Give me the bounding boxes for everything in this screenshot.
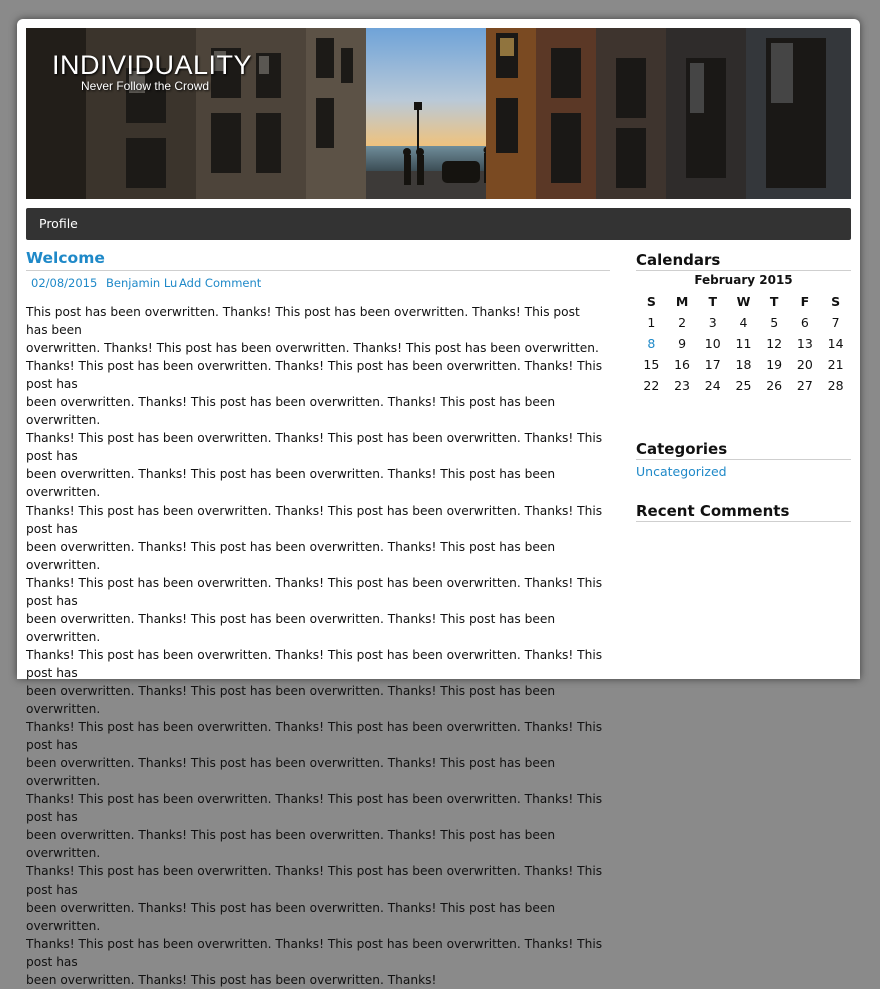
calendar-day: 11: [735, 336, 752, 351]
post-body-line: Thanks! This post has been overwritten. …: [26, 431, 603, 464]
calendar-day: 17: [704, 357, 721, 372]
calendars-widget-title: Calendars: [636, 251, 721, 269]
categories-widget-title: Categories: [636, 440, 728, 458]
calendar-day: 1: [647, 315, 656, 330]
post-body-line: been overwritten. Thanks! This post has …: [26, 756, 556, 789]
post-body-line: been overwritten. Thanks! This post has …: [26, 900, 556, 933]
calendar-day: 24: [704, 378, 721, 393]
calendar-day: 21: [827, 357, 844, 372]
calendar-day: 3: [708, 315, 717, 330]
post-body-line: Thanks! This post has been overwritten. …: [26, 503, 603, 536]
post-body-line: been overwritten. Thanks! This post has …: [26, 683, 556, 717]
calendar-day: 13: [796, 336, 813, 351]
calendar-day: 22: [643, 378, 660, 393]
calendar-weekday: S: [646, 294, 656, 309]
post-body-line: Thanks! This post has been overwritten. …: [26, 359, 603, 392]
calendar-weekday: W: [736, 294, 751, 309]
post-body-line: Thanks! This post has been overwritten. …: [26, 720, 603, 753]
calendar-week-row: 1 2 3 4 5 6 7: [636, 312, 851, 333]
calendar-day: 25: [735, 378, 752, 393]
post-title-divider: [26, 270, 610, 271]
post-body-line: Thanks! This post has been overwritten. …: [26, 647, 603, 680]
calendar-weekday: M: [675, 294, 689, 309]
post-author-link[interactable]: Benjamin Lu: [106, 276, 177, 290]
post-body-line: This post has been overwritten. Thanks! …: [26, 305, 580, 338]
calendar-day: 2: [678, 315, 687, 330]
calendar-table: S M T W T F S 1 2 3 4 5 6 7 8 9 10 11 12…: [636, 291, 851, 396]
calendar-week-row: 8 9 10 11 12 13 14: [636, 333, 851, 354]
calendar-month: February 2015: [694, 273, 793, 287]
calendar-weekday: S: [831, 294, 841, 309]
add-comment-link[interactable]: Add Comment: [179, 276, 261, 290]
post-body-line: been overwritten. Thanks! This post has …: [26, 539, 556, 572]
post-title[interactable]: Welcome: [26, 249, 105, 267]
post-body-line: Thanks! This post has been overwritten. …: [26, 864, 603, 897]
calendars-divider: [636, 270, 851, 271]
header-banner: INDIVIDUALITY Never Follow the Crowd: [26, 28, 851, 199]
post-body-line: Thanks! This post has been overwritten. …: [26, 575, 603, 608]
calendar-day: 20: [796, 357, 813, 372]
calendar-day: 19: [766, 357, 783, 372]
calendar-weekday: F: [800, 294, 810, 309]
calendar-day: 5: [770, 315, 779, 330]
site-tagline: Never Follow the Crowd: [81, 79, 210, 93]
calendar-week-row: 22 23 24 25 26 27 28: [636, 375, 851, 396]
page-container: INDIVIDUALITY Never Follow the Crowd Pro…: [17, 19, 860, 987]
calendar-day: 14: [827, 336, 844, 351]
post-body-line: overwritten. Thanks! This post has been …: [26, 341, 599, 356]
recent-comments-widget-title: Recent Comments: [636, 502, 790, 520]
post-body-line: been overwritten. Thanks! This post has …: [26, 395, 556, 428]
calendar-day: 4: [739, 315, 748, 330]
nav-item-profile[interactable]: Profile: [39, 208, 78, 240]
calendar-day: 12: [766, 336, 783, 351]
calendar-weekday-row: S M T W T F S: [636, 291, 851, 312]
calendar-weekday: T: [708, 294, 718, 309]
calendar-weekday: T: [769, 294, 779, 309]
post-body-line: been overwritten. Thanks! This post has …: [26, 611, 556, 644]
calendar-day: 7: [831, 315, 840, 330]
calendar-day: 15: [643, 357, 660, 372]
post-body-line: Thanks! This post has been overwritten. …: [26, 936, 603, 969]
main-nav: Profile: [26, 208, 851, 240]
calendar-day: 23: [674, 378, 690, 393]
category-link-uncategorized[interactable]: Uncategorized: [636, 464, 727, 479]
calendar-day: 26: [766, 378, 783, 393]
post-date-link[interactable]: 02/08/2015: [31, 276, 97, 290]
calendar-day: 6: [800, 315, 809, 330]
post-body-line: been overwritten. Thanks! This post has …: [26, 972, 437, 987]
recent-comments-divider: [636, 521, 851, 522]
calendar-day: 27: [796, 378, 813, 393]
calendar-day: 9: [678, 336, 687, 351]
calendar-day-link[interactable]: 8: [636, 333, 667, 354]
post-body: This post has been overwritten. Thanks! …: [26, 303, 604, 989]
calendar-day: 28: [827, 378, 844, 393]
site-title[interactable]: INDIVIDUALITY: [52, 50, 252, 81]
categories-divider: [636, 459, 851, 460]
post-body-line: Thanks! This post has been overwritten. …: [26, 792, 603, 825]
post-body-line: been overwritten. Thanks! This post has …: [26, 828, 556, 861]
calendar-week-row: 15 16 17 18 19 20 21: [636, 354, 851, 375]
calendar-day: 10: [704, 336, 721, 351]
calendar-day: 18: [735, 357, 752, 372]
calendar-day: 16: [674, 357, 690, 372]
post-body-line: been overwritten. Thanks! This post has …: [26, 467, 556, 500]
